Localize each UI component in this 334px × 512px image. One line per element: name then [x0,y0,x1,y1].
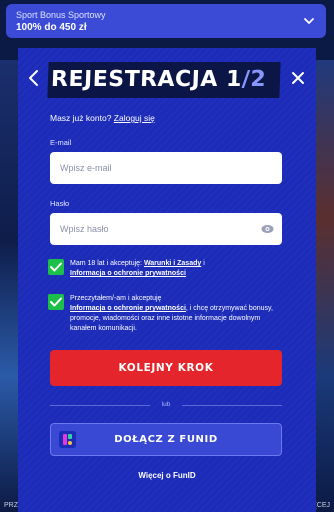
modal-title: REJESTRACJA 1/2 [47,62,281,98]
background-page-left [0,60,18,512]
consent-terms-and: i [201,260,205,267]
checkmark-icon [50,262,62,272]
terms-link[interactable]: Warunki i Zasady [144,260,201,267]
checkmark-icon [50,297,62,307]
bonus-amount: 100% do 450 zł [16,22,87,33]
email-placeholder: Wpisz e-mail [60,163,112,173]
marketing-privacy-link[interactable]: Informacja o ochronie prywatności [70,305,186,312]
password-placeholder: Wpisz hasło [60,224,109,234]
join-funid-label: DOŁĄCZ Z FUNID [114,434,218,445]
more-about-funid-link[interactable]: Więcej o FunID [18,471,316,480]
join-funid-button[interactable]: DOŁĄCZ Z FUNID [50,423,282,456]
privacy-link[interactable]: Informacja o ochronie prywatności [70,270,186,277]
registration-modal: REJESTRACJA 1/2 Masz już konto? Zaloguj … [18,48,316,512]
consent-marketing-checkbox[interactable] [48,294,64,310]
login-prompt: Masz już konto? [50,113,112,123]
email-label: E-mail [50,138,72,147]
bonus-subtitle: Sport Bonus Sportowy [16,10,106,20]
consent-terms-text: Mam 18 lat i akceptuję: Warunki i Zasady… [70,259,280,279]
consent-marketing-text: Przeczytałem/-am i akceptuję Informacja o… [70,294,280,334]
email-field[interactable]: Wpisz e-mail [50,152,282,184]
next-step-button[interactable]: KOLEJNY KROK [50,350,282,386]
back-arrow-icon[interactable] [26,68,42,88]
or-divider: lub [50,400,282,410]
chevron-down-icon[interactable] [302,14,316,28]
password-label: Hasło [50,199,70,208]
login-link[interactable]: Zaloguj się [114,113,155,123]
bonus-banner[interactable]: Sport Bonus Sportowy 100% do 450 zł [6,4,326,38]
consent-terms-checkbox[interactable] [48,259,64,275]
consent-terms-row: Mam 18 lat i akceptuję: Warunki i Zasady… [48,259,288,283]
funid-logo-icon [59,431,76,448]
background-page-right [316,60,334,512]
close-icon[interactable] [290,70,306,86]
consent-marketing-prefix: Przeczytałem/-am i akceptuję [70,295,162,302]
title-step: 1 [225,67,243,92]
password-field[interactable]: Wpisz hasło [50,213,282,245]
login-prompt-row: Masz już konto? Zaloguj się [50,113,155,123]
consent-terms-prefix: Mam 18 lat i akceptuję: [70,260,144,267]
title-text: REJESTRACJA [50,67,227,92]
eye-icon[interactable] [261,223,274,235]
title-total: 2 [249,67,267,92]
consent-marketing-row: Przeczytałem/-am i akceptuję Informacja o… [48,294,288,338]
